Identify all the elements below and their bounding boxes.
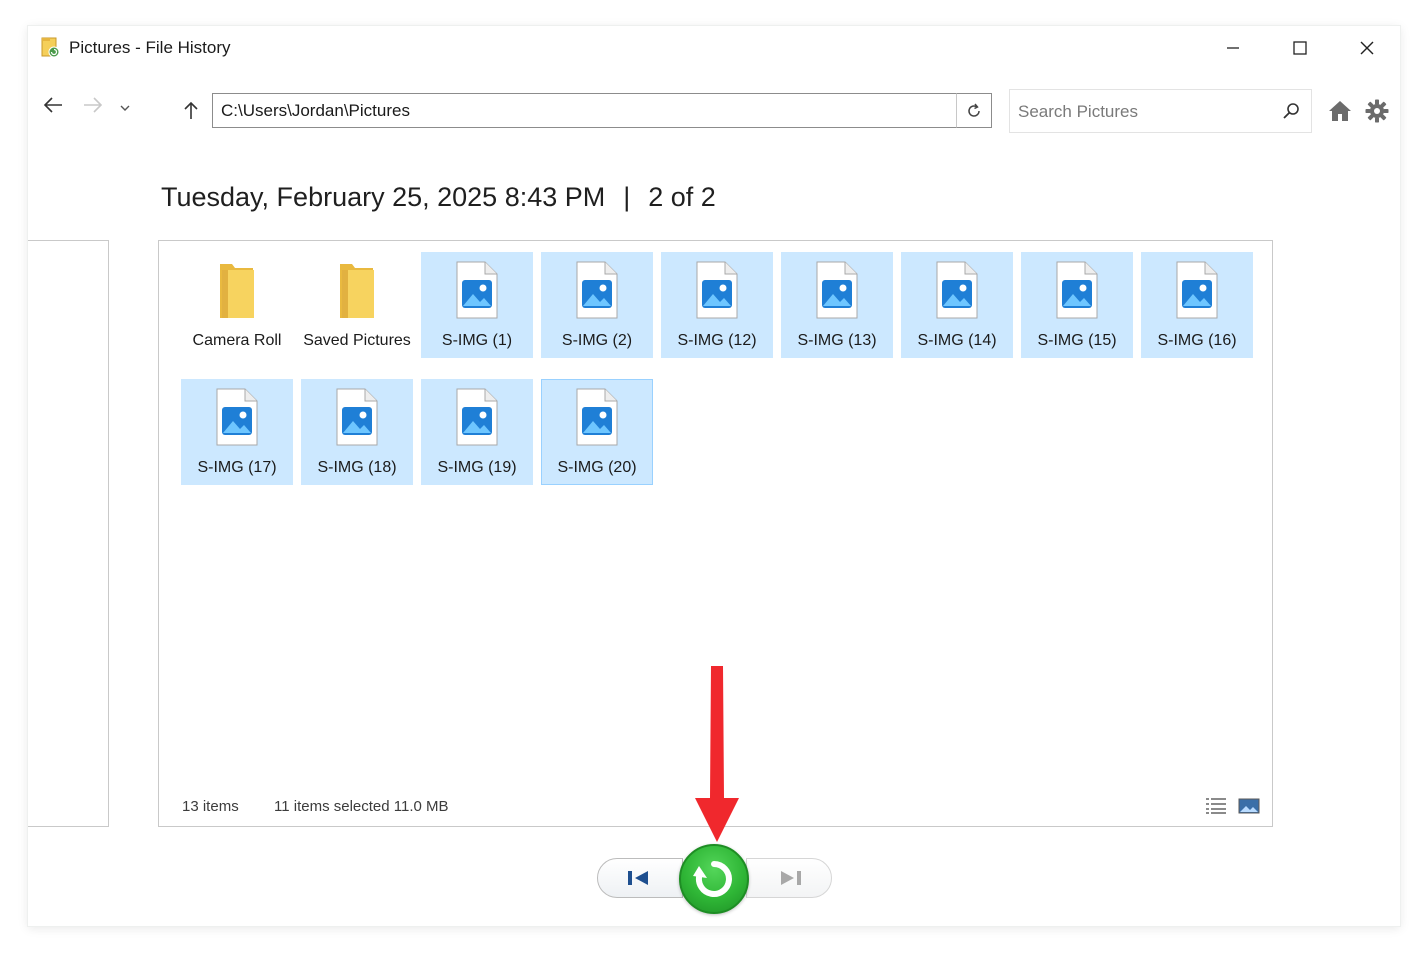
image-file-icon	[927, 258, 987, 322]
large-icons-view-button[interactable]	[1238, 797, 1260, 815]
settings-button[interactable]	[1365, 99, 1389, 123]
image-file-item[interactable]: S-IMG (12)	[661, 252, 773, 358]
search-box[interactable]: Search Pictures	[1009, 89, 1312, 133]
item-label: S-IMG (2)	[561, 332, 633, 349]
item-label: S-IMG (14)	[917, 332, 997, 349]
image-file-item[interactable]: S-IMG (15)	[1021, 252, 1133, 358]
item-label: S-IMG (15)	[1037, 332, 1117, 349]
item-label: S-IMG (13)	[797, 332, 877, 349]
item-label: S-IMG (16)	[1157, 332, 1237, 349]
folder-item[interactable]: Saved Pictures	[301, 252, 413, 358]
item-count: 13 items	[182, 798, 239, 815]
home-icon	[1329, 101, 1351, 121]
snapshot-date: Tuesday, February 25, 2025 8:43 PM	[161, 182, 606, 212]
restore-icon	[693, 861, 732, 897]
image-file-icon	[807, 258, 867, 322]
folder-icon	[327, 258, 387, 322]
close-icon	[1360, 41, 1374, 55]
skip-next-icon	[781, 871, 801, 885]
minimize-icon	[1227, 47, 1239, 49]
item-label: S-IMG (20)	[557, 459, 637, 476]
gear-icon	[1365, 99, 1389, 123]
arrow-left-icon	[43, 97, 62, 113]
image-file-item[interactable]: S-IMG (1)	[421, 252, 533, 358]
search-input[interactable]: Search Pictures	[1018, 102, 1138, 122]
previous-version-button[interactable]	[597, 858, 683, 898]
image-file-icon	[567, 385, 627, 449]
up-button[interactable]	[180, 98, 202, 122]
selection-status: 11 items selected 11.0 MB	[274, 798, 449, 815]
snapshot-position: 2 of 2	[648, 182, 716, 212]
image-file-icon	[1047, 258, 1107, 322]
back-button[interactable]	[40, 92, 66, 118]
file-history-icon	[41, 36, 61, 58]
recent-locations-button[interactable]	[117, 100, 133, 116]
image-file-icon	[207, 385, 267, 449]
item-label: Camera Roll	[192, 332, 282, 349]
refresh-button[interactable]	[956, 93, 992, 128]
details-view-button[interactable]	[1205, 797, 1227, 815]
address-path: C:\Users\Jordan\Pictures	[221, 101, 410, 120]
image-file-item[interactable]: S-IMG (20)	[541, 379, 653, 485]
window-title: Pictures - File History	[69, 38, 231, 57]
folder-icon	[207, 258, 267, 322]
item-label: Saved Pictures	[303, 332, 411, 349]
restore-button[interactable]	[679, 844, 749, 914]
annotation-arrow-icon	[695, 666, 739, 842]
folder-item[interactable]: Camera Roll	[181, 252, 293, 358]
close-button[interactable]	[1344, 32, 1390, 64]
minimize-button[interactable]	[1210, 32, 1256, 64]
address-bar[interactable]: C:\Users\Jordan\Pictures	[212, 93, 992, 128]
skip-previous-icon	[628, 871, 648, 885]
item-label: S-IMG (1)	[441, 332, 513, 349]
image-file-icon	[447, 258, 507, 322]
image-file-item[interactable]: S-IMG (14)	[901, 252, 1013, 358]
maximize-icon	[1293, 41, 1307, 55]
maximize-button[interactable]	[1277, 32, 1323, 64]
item-label: S-IMG (12)	[677, 332, 757, 349]
image-file-item[interactable]: S-IMG (17)	[181, 379, 293, 485]
arrow-right-icon	[84, 97, 103, 113]
image-file-icon	[567, 258, 627, 322]
item-label: S-IMG (17)	[197, 459, 277, 476]
title-bar: Pictures - File History	[28, 26, 1400, 70]
image-file-item[interactable]: S-IMG (16)	[1141, 252, 1253, 358]
image-file-icon	[1167, 258, 1227, 322]
large-icons-view-icon	[1238, 798, 1260, 814]
item-label: S-IMG (19)	[437, 459, 517, 476]
image-file-item[interactable]: S-IMG (19)	[421, 379, 533, 485]
search-icon[interactable]	[1281, 101, 1301, 121]
image-file-item[interactable]: S-IMG (2)	[541, 252, 653, 358]
arrow-up-icon	[184, 101, 198, 119]
chevron-down-icon	[120, 105, 130, 111]
image-file-icon	[327, 385, 387, 449]
file-history-window: Pictures - File History C:\Users\Jordan\…	[28, 26, 1400, 926]
details-view-icon	[1206, 798, 1226, 814]
home-button[interactable]	[1328, 100, 1352, 122]
navigation-pane[interactable]	[28, 240, 109, 827]
image-file-item[interactable]: S-IMG (18)	[301, 379, 413, 485]
snapshot-heading: Tuesday, February 25, 2025 8:43 PM | 2 of …	[161, 182, 716, 213]
image-file-icon	[687, 258, 747, 322]
forward-button[interactable]	[80, 92, 106, 118]
snapshot-separator: |	[623, 182, 631, 212]
image-file-item[interactable]: S-IMG (13)	[781, 252, 893, 358]
refresh-icon	[968, 103, 980, 117]
item-label: S-IMG (18)	[317, 459, 397, 476]
next-version-button[interactable]	[746, 858, 832, 898]
image-file-icon	[447, 385, 507, 449]
